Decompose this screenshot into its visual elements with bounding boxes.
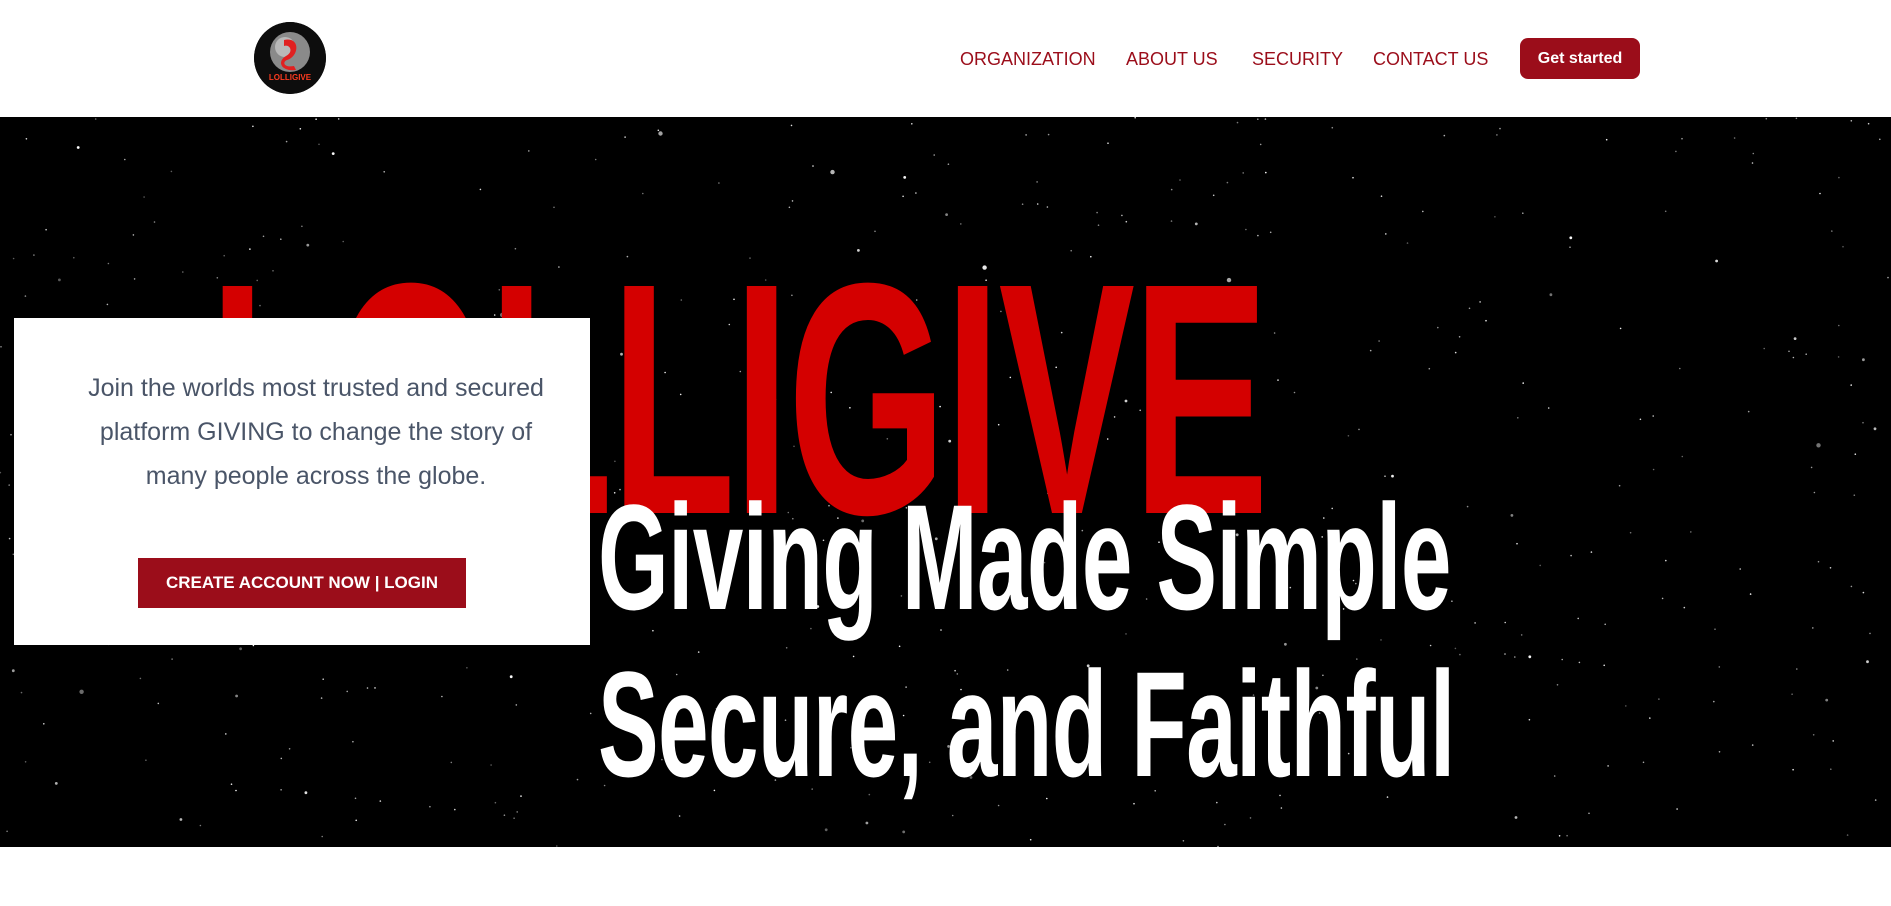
site-header: LOLLIGIVE ORGANIZATION ABOUT US SECURITY… [0, 0, 1891, 117]
intro-card-text: Join the worlds most trusted and secured… [88, 374, 544, 490]
lolligive-logo[interactable]: LOLLIGIVE [254, 22, 326, 94]
nav-contact-us[interactable]: CONTACT US [1373, 47, 1488, 71]
get-started-button[interactable]: Get started [1520, 38, 1640, 79]
hero-tagline-line1: Giving Made Simple [598, 473, 1451, 641]
hero-tagline-line2: Secure, and Faithful [598, 640, 1455, 808]
nav-security[interactable]: SECURITY [1252, 47, 1343, 71]
intro-card: Join the worlds most trusted and secured… [14, 318, 590, 645]
nav-about-us[interactable]: ABOUT US [1126, 47, 1218, 71]
logo-lettering: LOLLIGIVE [269, 73, 312, 82]
nav-organization[interactable]: ORGANIZATION [960, 47, 1096, 71]
create-account-login-button[interactable]: CREATE ACCOUNT NOW | LOGIN [138, 558, 466, 608]
